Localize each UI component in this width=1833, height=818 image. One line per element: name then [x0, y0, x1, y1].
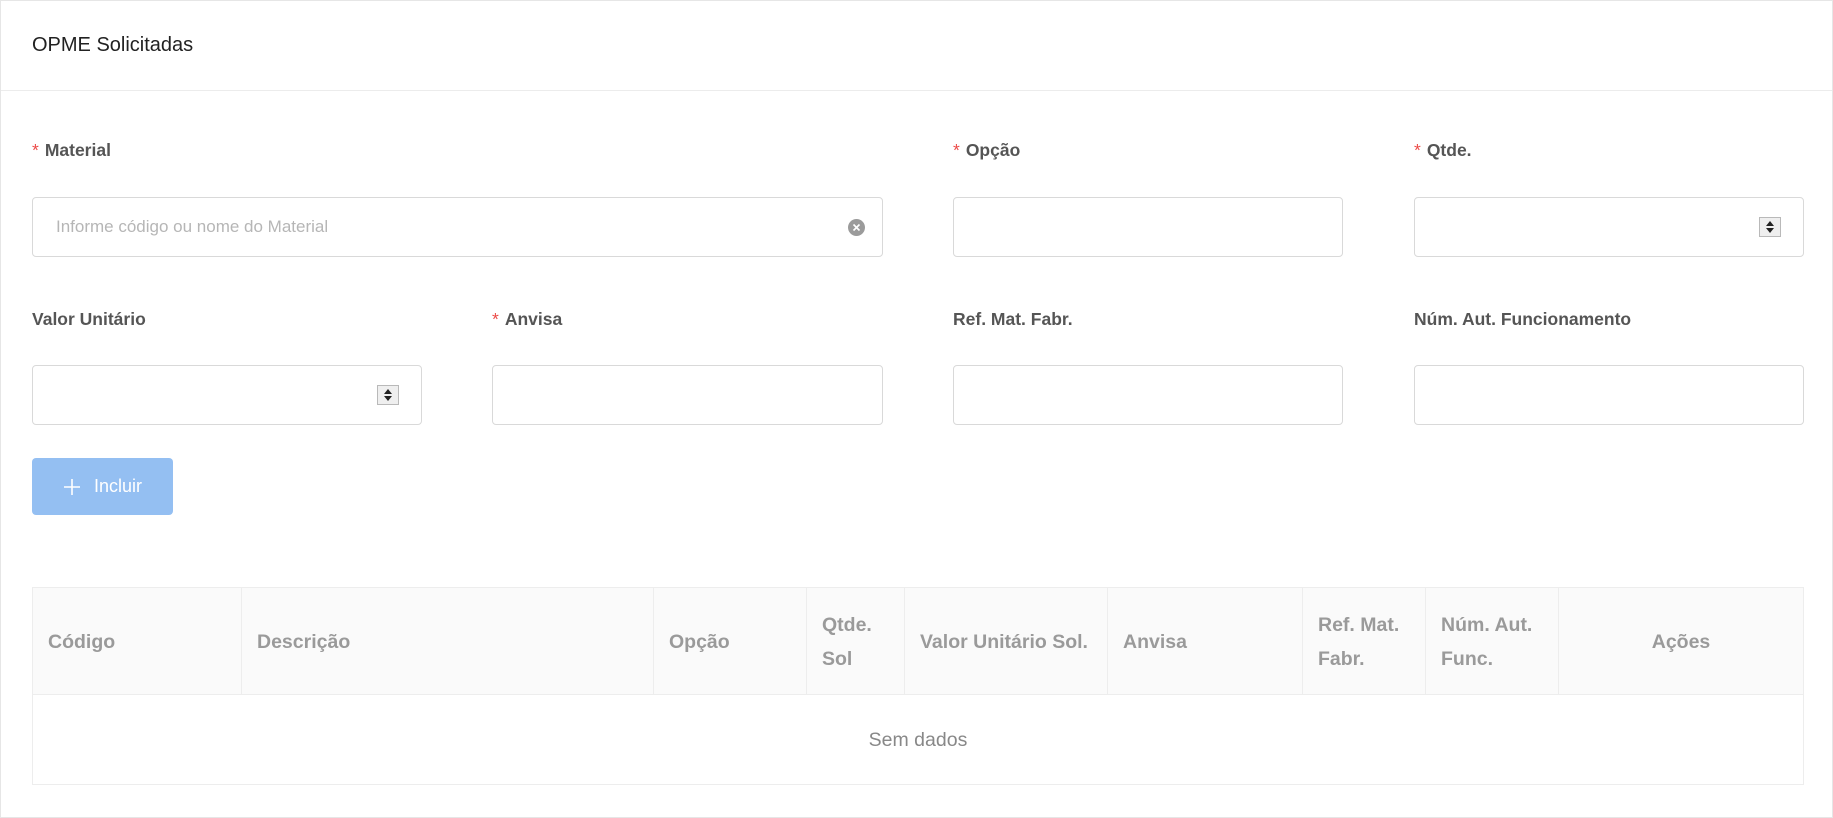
- valor-unitario-number-input[interactable]: [32, 365, 422, 425]
- material-placeholder: Informe código ou nome do Material: [56, 217, 329, 236]
- ref-mat-fabr-input[interactable]: [953, 365, 1343, 425]
- ref-mat-fabr-label: Ref. Mat. Fabr.: [953, 309, 1073, 329]
- required-mark: *: [953, 140, 960, 160]
- table-header: Código Descrição Opção Qtde. Sol Valor U…: [33, 588, 1803, 695]
- plus-icon: [63, 478, 81, 496]
- valor-unitario-label: Valor Unitário: [32, 309, 146, 329]
- column-header-num-aut-func[interactable]: Núm. Aut. Func.: [1426, 588, 1559, 695]
- anvisa-input[interactable]: [492, 365, 883, 425]
- column-header-acoes: Ações: [1651, 630, 1711, 653]
- column-header-codigo[interactable]: Código: [33, 588, 242, 695]
- incluir-button[interactable]: Incluir: [32, 458, 173, 515]
- opcao-input[interactable]: [953, 197, 1343, 257]
- column-header-opcao[interactable]: Opção: [654, 588, 807, 695]
- column-header-anvisa[interactable]: Anvisa: [1108, 588, 1303, 695]
- table-empty-state: Sem dados: [868, 729, 968, 751]
- opme-panel: OPME Solicitadas * Material * Opção * Qtde.…: [0, 0, 1833, 818]
- qtde-number-input[interactable]: [1414, 197, 1804, 257]
- required-mark: *: [32, 140, 39, 160]
- anvisa-label: * Anvisa: [492, 309, 563, 329]
- panel-title: OPME Solicitadas: [32, 34, 194, 56]
- spinner-icon[interactable]: [1759, 217, 1781, 237]
- qtde-label: * Qtde.: [1414, 140, 1472, 160]
- column-header-qtde-sol[interactable]: Qtde. Sol: [807, 588, 905, 695]
- required-mark: *: [492, 309, 499, 329]
- clear-icon[interactable]: [848, 219, 865, 236]
- material-search-input[interactable]: Informe código ou nome do Material: [32, 197, 883, 257]
- incluir-label: Incluir: [93, 476, 142, 496]
- material-label: * Material: [32, 140, 111, 160]
- spinner-icon[interactable]: [377, 385, 399, 405]
- num-aut-funcionamento-input[interactable]: [1414, 365, 1804, 425]
- num-aut-funcionamento-label: Núm. Aut. Funcionamento: [1414, 309, 1632, 329]
- column-header-descricao[interactable]: Descrição: [242, 588, 654, 695]
- opme-table: Código Descrição Opção Qtde. Sol Valor U…: [32, 587, 1804, 785]
- opcao-label: * Opção: [953, 140, 1021, 160]
- panel-header: OPME Solicitadas: [1, 1, 1832, 91]
- column-header-valor-unitario-sol[interactable]: Valor Unitário Sol.: [905, 588, 1108, 695]
- column-header-ref-mat-fabr[interactable]: Ref. Mat. Fabr.: [1303, 588, 1426, 695]
- required-mark: *: [1414, 140, 1421, 160]
